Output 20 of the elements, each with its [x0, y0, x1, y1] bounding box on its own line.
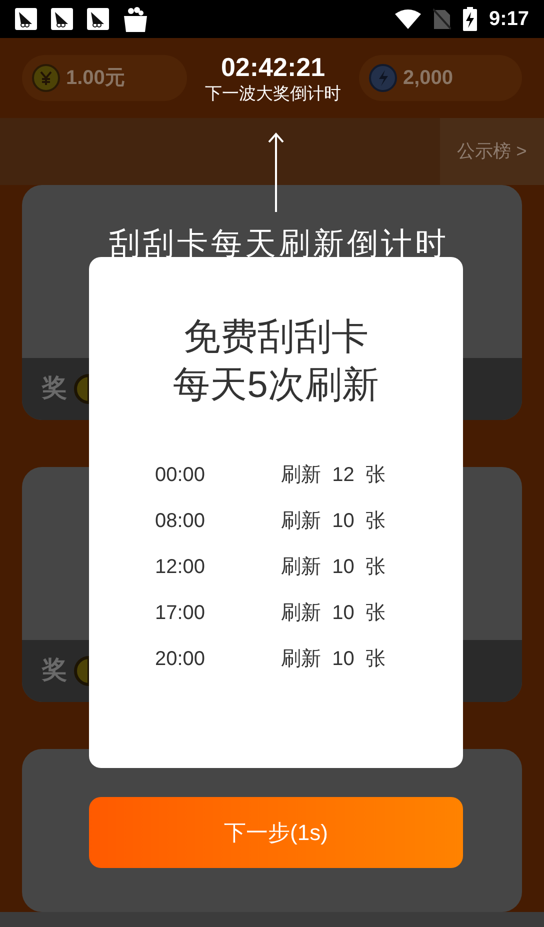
prize-label: 奖 — [42, 655, 67, 686]
refresh-time: 12:00 — [155, 555, 206, 580]
countdown-label: 下一波大奖倒计时 — [205, 83, 341, 105]
refresh-time: 17:00 — [155, 601, 206, 626]
refresh-time: 00:00 — [155, 463, 206, 488]
refresh-count-text: 刷新 10 张 — [281, 555, 386, 580]
dialog-title: 每天5次刷新 — [173, 363, 379, 407]
refresh-count-text: 刷新 10 张 — [281, 601, 386, 626]
refresh-hint-text: 刮刮卡每天刷新倒计时 — [108, 225, 450, 263]
energy-amount: 2,000 — [403, 66, 454, 91]
refresh-count-text: 刷新 10 张 — [281, 647, 386, 672]
balance-amount: 1.00元 — [66, 66, 125, 91]
refresh-count-text: 刷新 10 张 — [281, 509, 386, 534]
refresh-time: 20:00 — [155, 647, 206, 672]
prize-label: 奖 — [42, 373, 67, 404]
dialog-title: 免费刮刮卡 — [184, 315, 368, 359]
status-time: 9:17 — [488, 7, 529, 32]
countdown-timer: 02:42:21 — [220, 51, 326, 83]
refresh-time: 08:00 — [155, 509, 206, 534]
refresh-count-text: 刷新 12 张 — [281, 463, 386, 488]
